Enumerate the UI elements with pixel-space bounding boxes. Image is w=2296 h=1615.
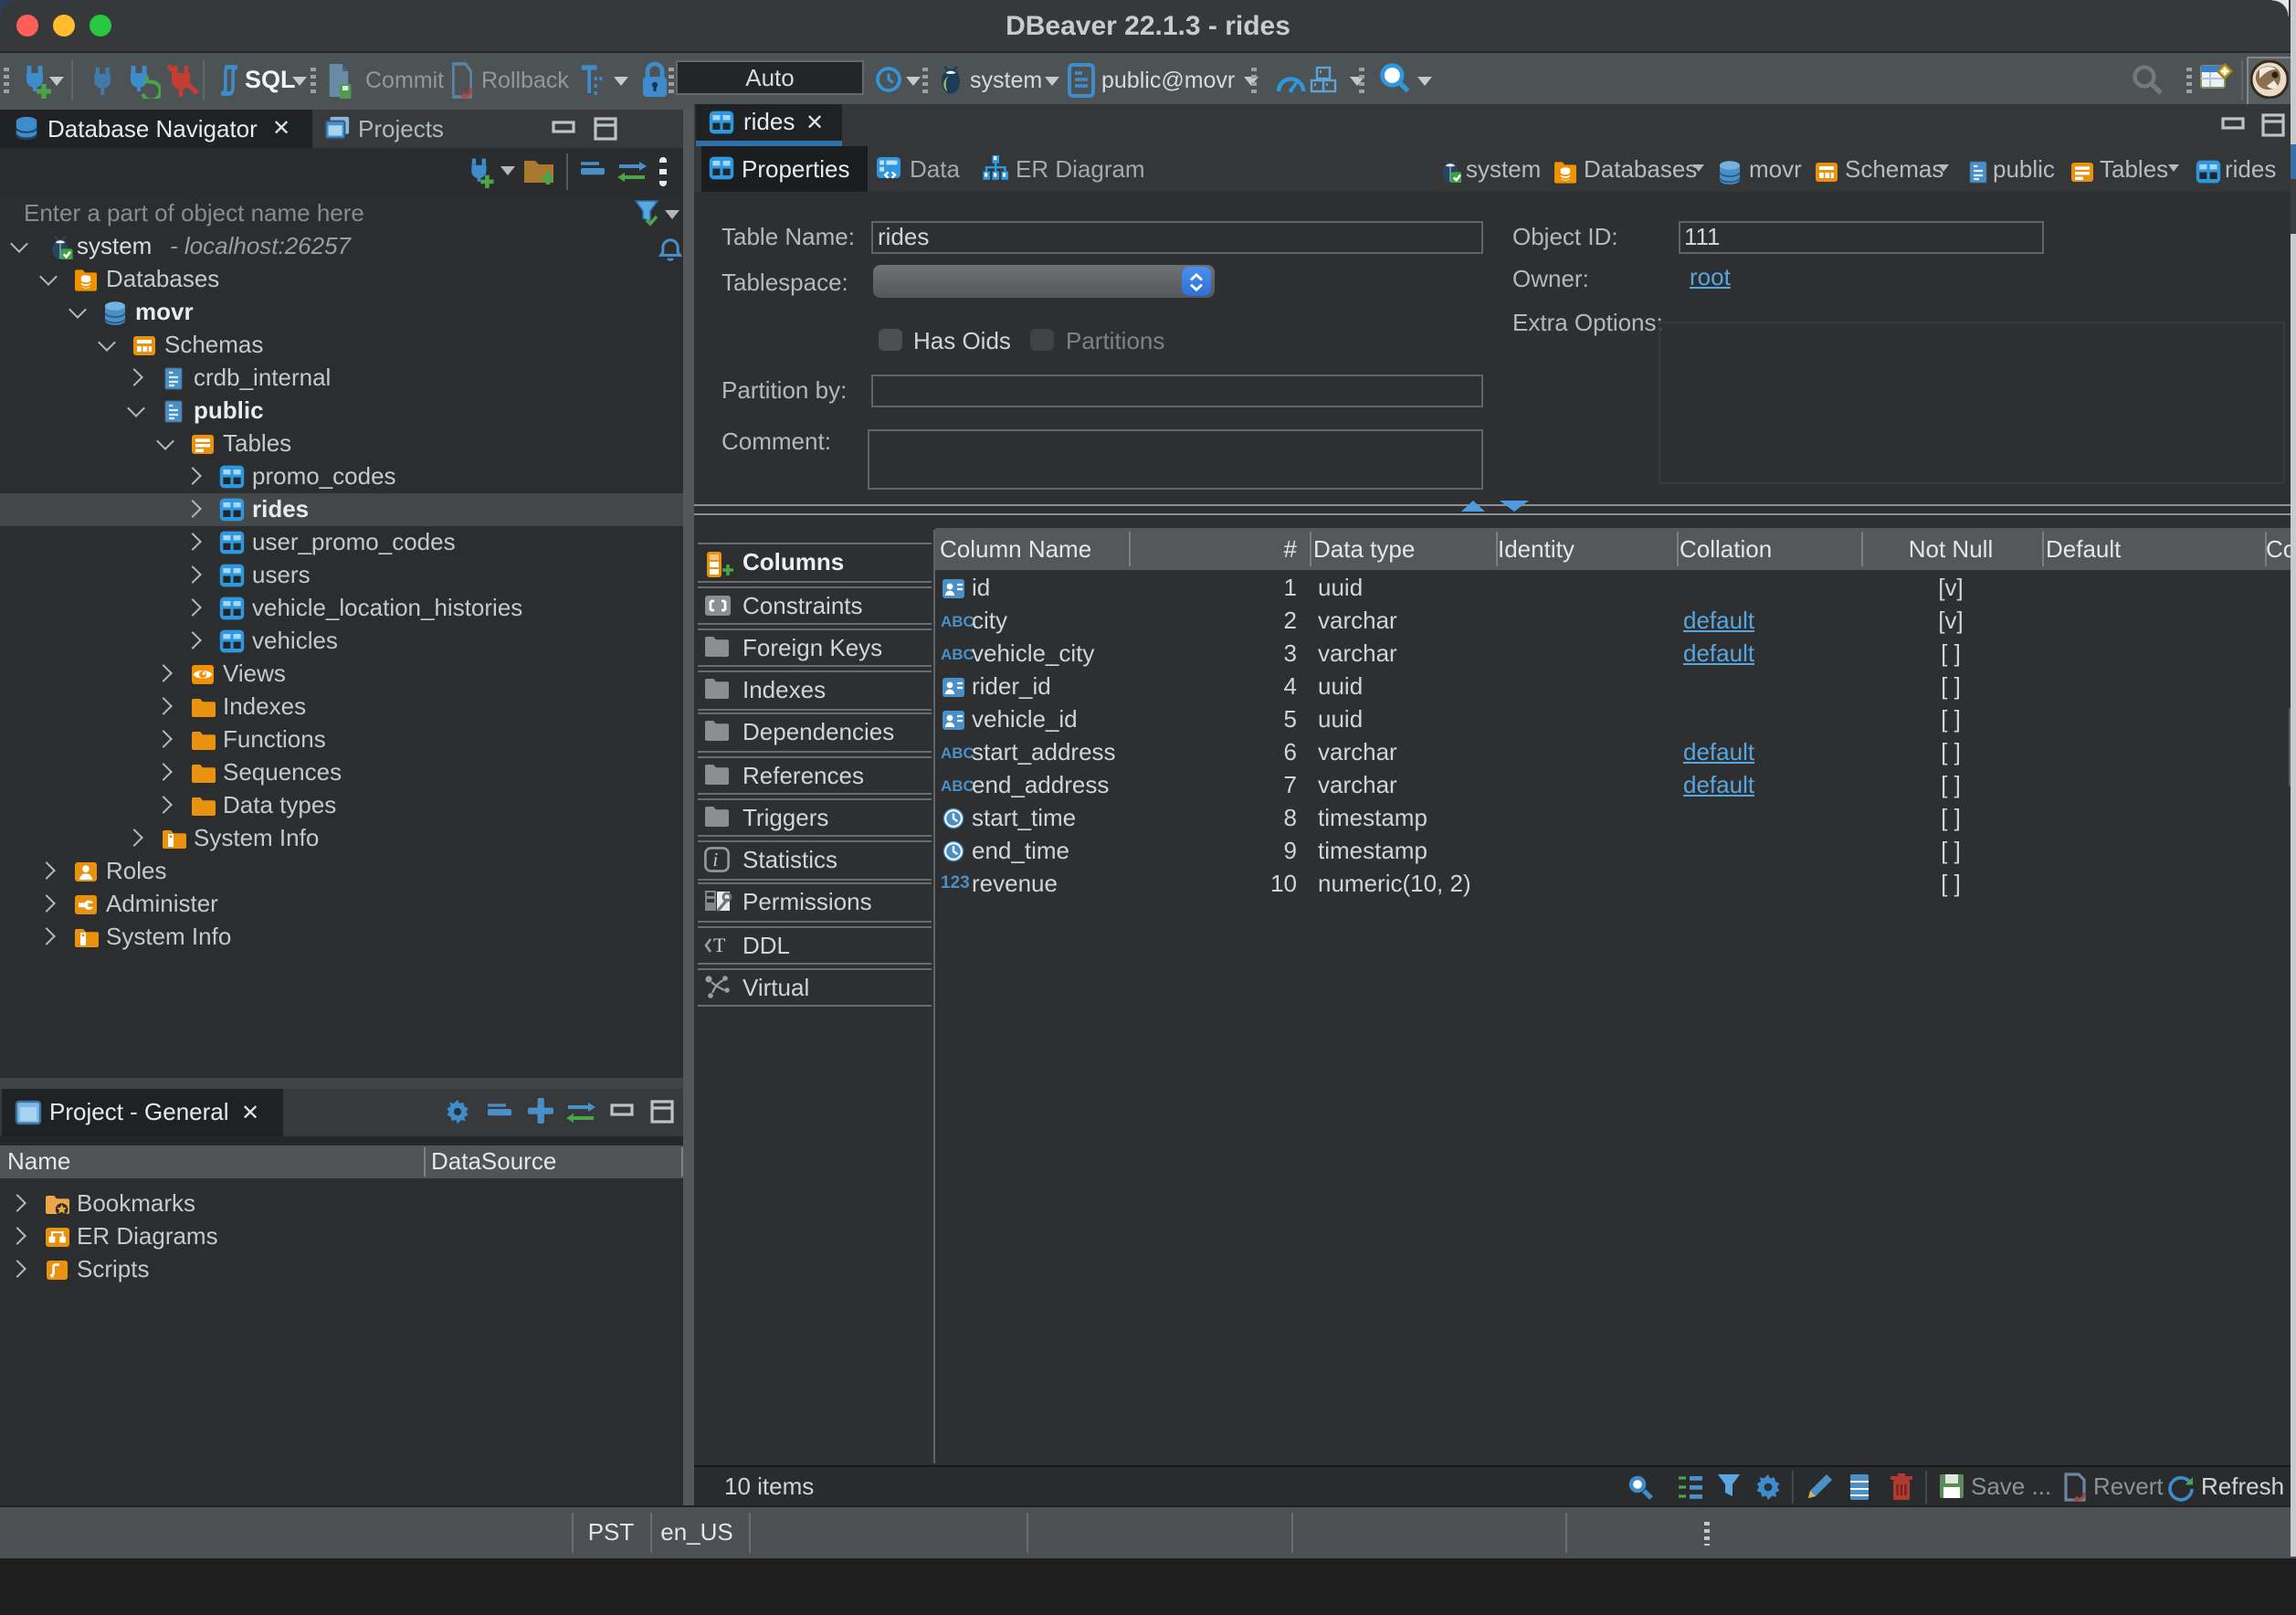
svg-text:T: T xyxy=(712,933,725,955)
svg-text:i: i xyxy=(711,849,717,871)
